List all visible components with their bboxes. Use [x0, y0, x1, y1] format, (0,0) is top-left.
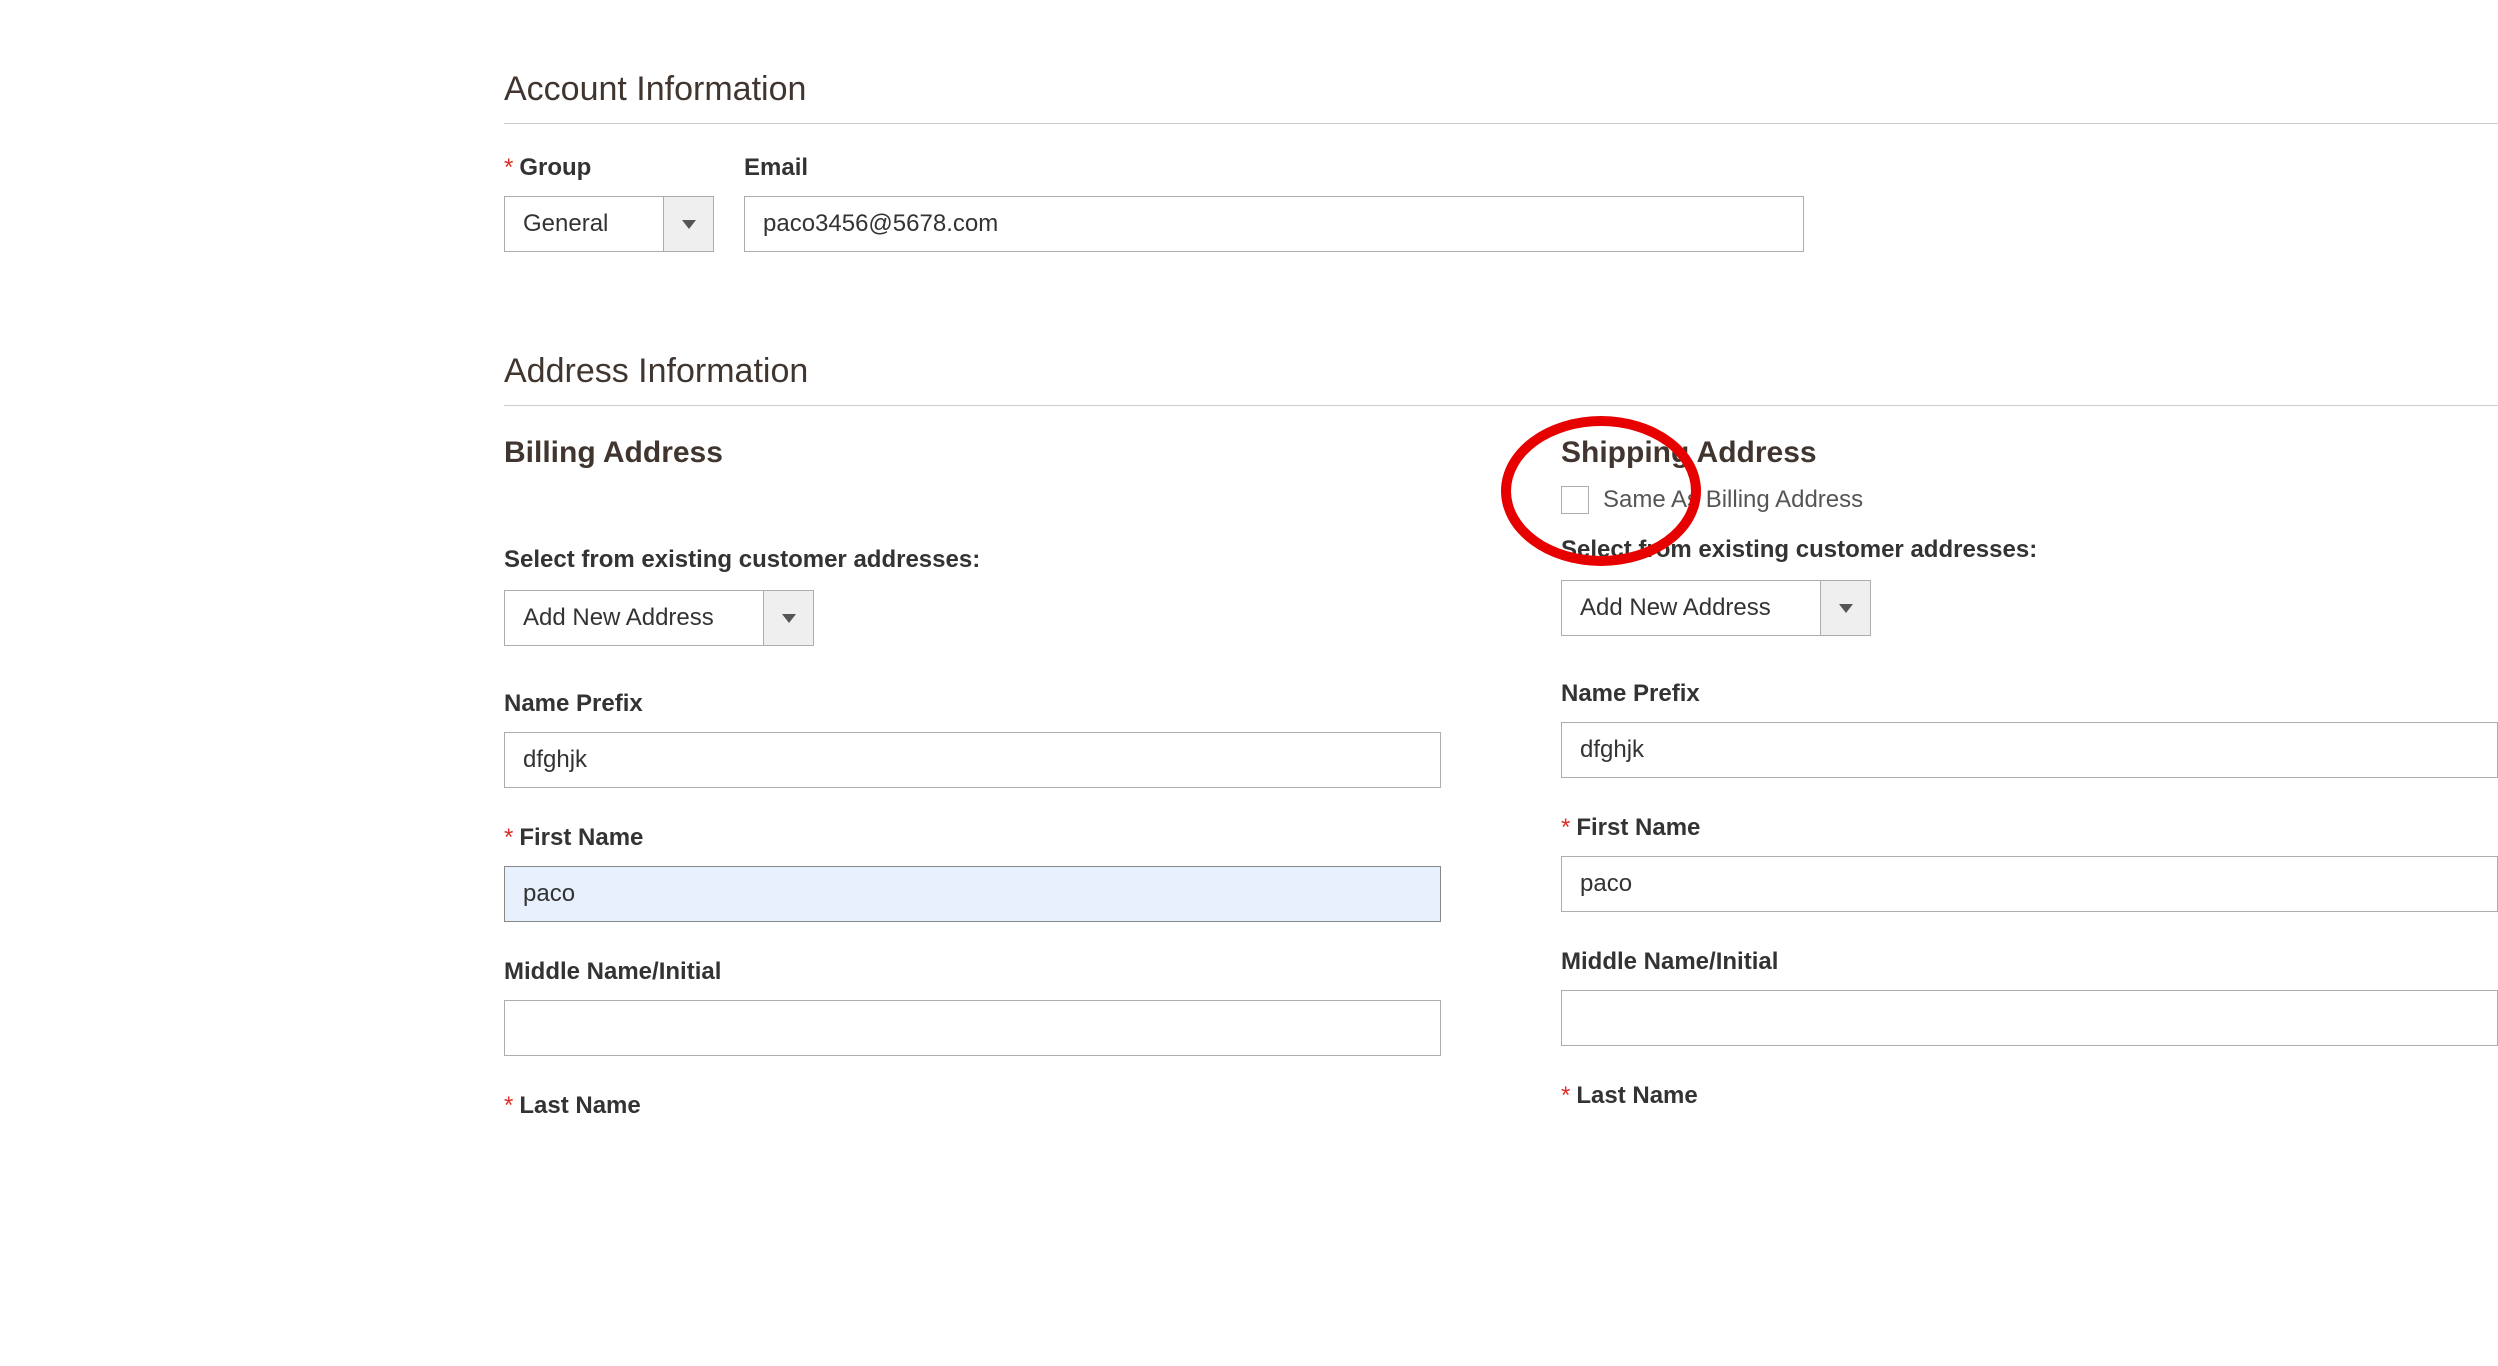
- required-indicator: *: [504, 824, 513, 852]
- shipping-first-label: First Name: [1576, 814, 1700, 842]
- group-select-toggle[interactable]: [664, 196, 714, 252]
- address-info-heading: Address Information: [504, 352, 2498, 406]
- group-select-value[interactable]: General: [504, 196, 664, 252]
- shipping-address-title: Shipping Address: [1561, 436, 2498, 470]
- billing-first-label: First Name: [519, 824, 643, 852]
- billing-middle-label: Middle Name/Initial: [504, 958, 721, 986]
- group-select[interactable]: General: [504, 196, 714, 252]
- chevron-down-icon: [1839, 604, 1853, 613]
- chevron-down-icon: [682, 220, 696, 229]
- billing-address-select-toggle[interactable]: [764, 590, 814, 646]
- billing-middle-field: Middle Name/Initial: [504, 958, 1441, 1056]
- chevron-down-icon: [782, 614, 796, 623]
- shipping-address-column: Shipping Address Same As Billing Address…: [1561, 436, 2498, 1156]
- required-indicator: *: [504, 154, 513, 182]
- billing-middle-input[interactable]: [504, 1000, 1441, 1056]
- billing-prefix-label: Name Prefix: [504, 690, 643, 718]
- group-field: * Group General: [504, 154, 714, 252]
- email-input[interactable]: [744, 196, 1804, 252]
- shipping-middle-input[interactable]: [1561, 990, 2498, 1046]
- billing-last-field: * Last Name: [504, 1092, 1441, 1120]
- shipping-first-field: * First Name: [1561, 814, 2498, 912]
- group-label: Group: [519, 154, 591, 182]
- shipping-address-select[interactable]: Add New Address: [1561, 580, 1871, 636]
- billing-prefix-input[interactable]: [504, 732, 1441, 788]
- required-indicator: *: [1561, 1082, 1570, 1110]
- required-indicator: *: [504, 1092, 513, 1120]
- billing-address-title: Billing Address: [504, 436, 1441, 470]
- required-indicator: *: [1561, 814, 1570, 842]
- billing-first-field: * First Name: [504, 824, 1441, 922]
- shipping-prefix-input[interactable]: [1561, 722, 2498, 778]
- shipping-middle-field: Middle Name/Initial: [1561, 948, 2498, 1046]
- billing-last-label: Last Name: [519, 1092, 640, 1120]
- billing-address-select-value[interactable]: Add New Address: [504, 590, 764, 646]
- email-label: Email: [744, 154, 808, 182]
- shipping-address-select-toggle[interactable]: [1821, 580, 1871, 636]
- billing-first-input[interactable]: [504, 866, 1441, 922]
- same-as-billing-checkbox[interactable]: [1561, 486, 1589, 514]
- shipping-middle-label: Middle Name/Initial: [1561, 948, 1778, 976]
- account-info-row: * Group General Email: [504, 154, 2498, 252]
- billing-address-select[interactable]: Add New Address: [504, 590, 814, 646]
- shipping-last-label: Last Name: [1576, 1082, 1697, 1110]
- billing-select-label: Select from existing customer addresses:: [504, 546, 1441, 574]
- shipping-select-label: Select from existing customer addresses:: [1561, 536, 2498, 564]
- shipping-prefix-label: Name Prefix: [1561, 680, 1700, 708]
- same-as-billing-label: Same As Billing Address: [1603, 486, 1863, 514]
- email-field: Email: [744, 154, 1804, 252]
- shipping-first-input[interactable]: [1561, 856, 2498, 912]
- billing-prefix-field: Name Prefix: [504, 690, 1441, 788]
- shipping-address-select-value[interactable]: Add New Address: [1561, 580, 1821, 636]
- account-info-heading: Account Information: [504, 70, 2498, 124]
- same-as-billing-row: Same As Billing Address: [1561, 486, 2498, 514]
- shipping-last-field: * Last Name: [1561, 1082, 2498, 1110]
- shipping-prefix-field: Name Prefix: [1561, 680, 2498, 778]
- billing-address-column: Billing Address Select from existing cus…: [504, 436, 1441, 1156]
